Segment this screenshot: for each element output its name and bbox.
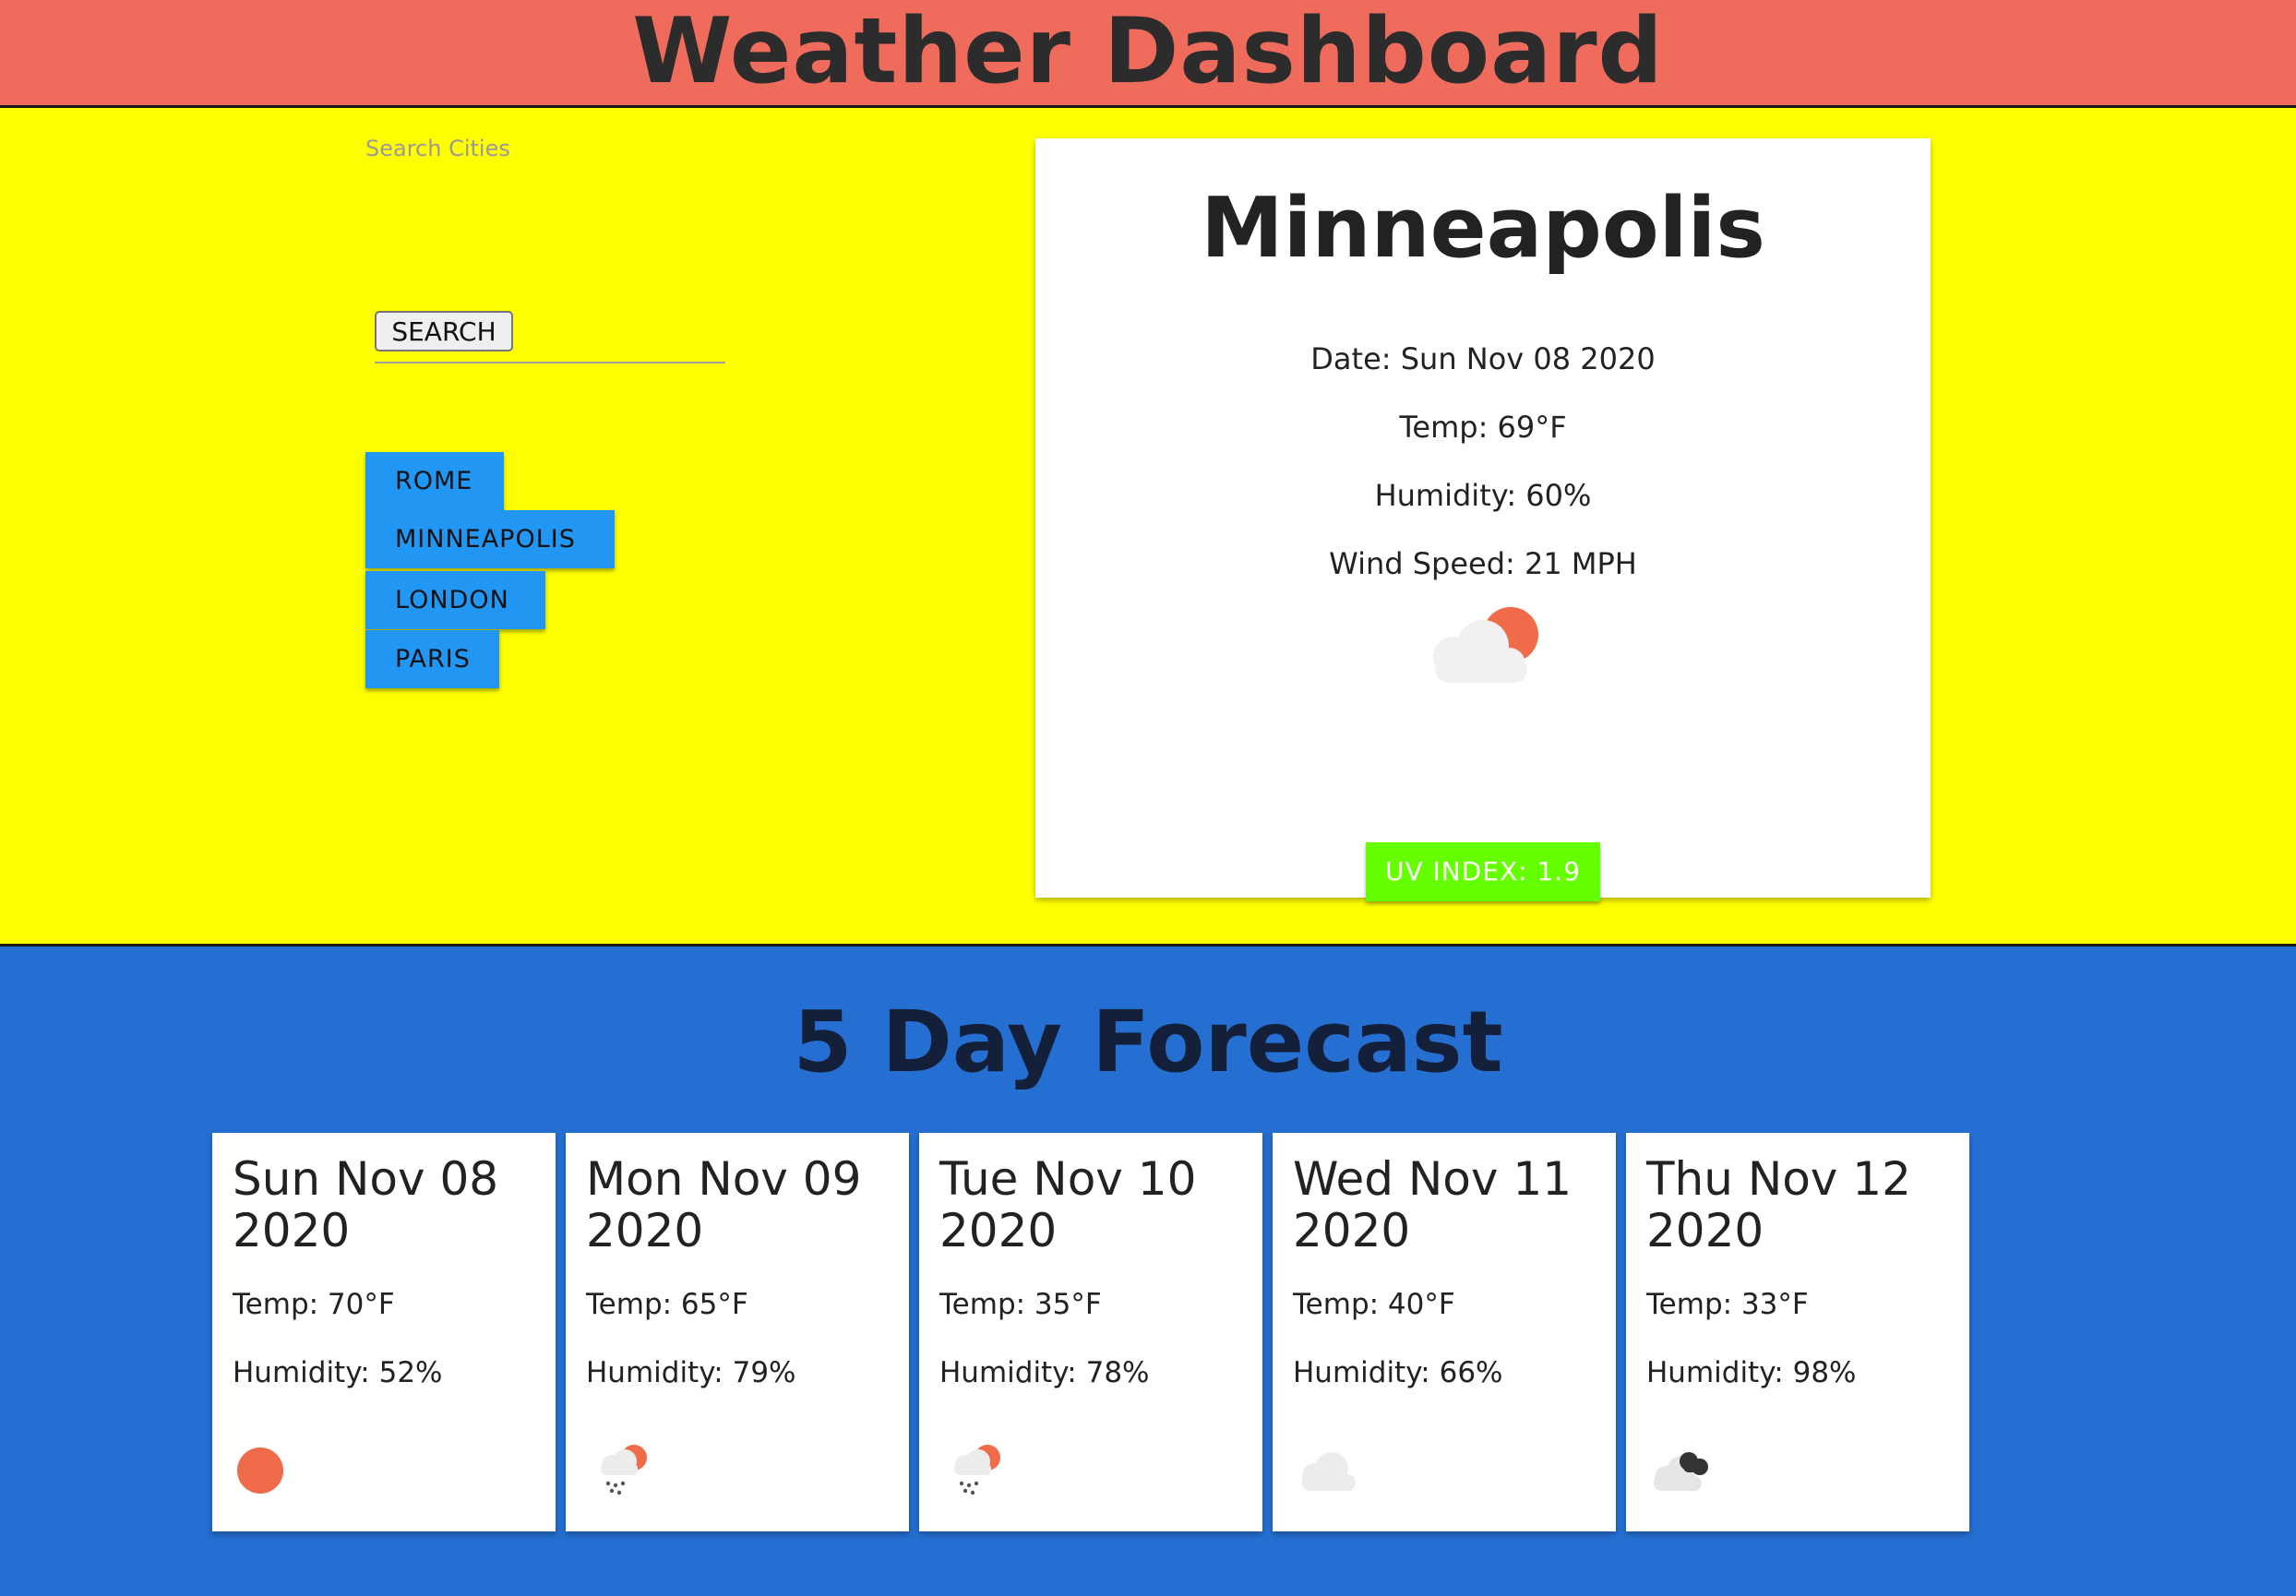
snow-sun-icon xyxy=(601,1445,647,1495)
sun-icon xyxy=(237,1447,283,1494)
history-item-minneapolis[interactable]: MINNEAPOLIS xyxy=(365,510,615,568)
current-humidity: Humidity: 60% xyxy=(1374,478,1592,513)
history-item-london[interactable]: LONDON xyxy=(365,571,545,629)
forecast-temp: Temp: 40°F xyxy=(1293,1288,1455,1321)
search-button[interactable]: SEARCH xyxy=(375,311,513,351)
forecast-temp: Temp: 70°F xyxy=(233,1288,395,1321)
current-wind-speed: Wind Speed: 21 MPH xyxy=(1329,546,1637,581)
forecast-card: Mon Nov 09 2020 Temp: 65°F Humidity: 79% xyxy=(566,1133,909,1531)
forecast-humidity: Humidity: 66% xyxy=(1293,1356,1503,1389)
forecast-date: Sun Nov 08 2020 xyxy=(233,1152,499,1257)
search-and-current-section: Search Cities SEARCH ROME MINNEAPOLIS LO… xyxy=(0,108,2296,947)
forecast-temp: Temp: 65°F xyxy=(586,1288,748,1321)
app-header: Weather Dashboard xyxy=(0,0,2296,108)
partly-cloudy-day-icon xyxy=(1433,607,1538,683)
forecast-humidity: Humidity: 79% xyxy=(586,1356,796,1389)
forecast-humidity: Humidity: 52% xyxy=(233,1356,443,1389)
current-weather-card: Minneapolis Date: Sun Nov 08 2020 Temp: … xyxy=(1035,138,1931,901)
uv-index-badge: UV INDEX: 1.9 xyxy=(1366,842,1600,901)
forecast-card: Thu Nov 12 2020 Temp: 33°F Humidity: 98% xyxy=(1626,1133,1969,1531)
history-item-paris[interactable]: PARIS xyxy=(365,630,499,688)
history-item-rome[interactable]: ROME xyxy=(365,452,504,510)
forecast-date: Tue Nov 10 2020 xyxy=(939,1152,1197,1257)
cloud-icon xyxy=(1302,1452,1356,1491)
forecast-card: Wed Nov 11 2020 Temp: 40°F Humidity: 66% xyxy=(1273,1133,1616,1531)
snow-sun-icon xyxy=(954,1445,1000,1495)
broken-clouds-icon xyxy=(1654,1452,1708,1491)
page-title: Weather Dashboard xyxy=(632,0,1664,104)
forecast-card: Tue Nov 10 2020 Temp: 35°F Humidity: 78% xyxy=(919,1133,1262,1531)
current-temp: Temp: 69°F xyxy=(1399,410,1567,445)
forecast-title: 5 Day Forecast xyxy=(793,993,1503,1091)
forecast-card: Sun Nov 08 2020 Temp: 70°F Humidity: 52% xyxy=(212,1133,556,1531)
forecast-temp: Temp: 33°F xyxy=(1646,1288,1809,1321)
forecast-date: Wed Nov 11 2020 xyxy=(1293,1152,1573,1257)
forecast-date: Thu Nov 12 2020 xyxy=(1646,1152,1911,1257)
forecast-date: Mon Nov 09 2020 xyxy=(586,1152,862,1257)
current-date: Date: Sun Nov 08 2020 xyxy=(1310,341,1656,376)
current-city-name: Minneapolis xyxy=(1201,180,1765,277)
forecast-humidity: Humidity: 78% xyxy=(939,1356,1150,1389)
search-label: Search Cities xyxy=(365,136,510,161)
forecast-humidity: Humidity: 98% xyxy=(1646,1356,1857,1389)
forecast-temp: Temp: 35°F xyxy=(939,1288,1102,1321)
